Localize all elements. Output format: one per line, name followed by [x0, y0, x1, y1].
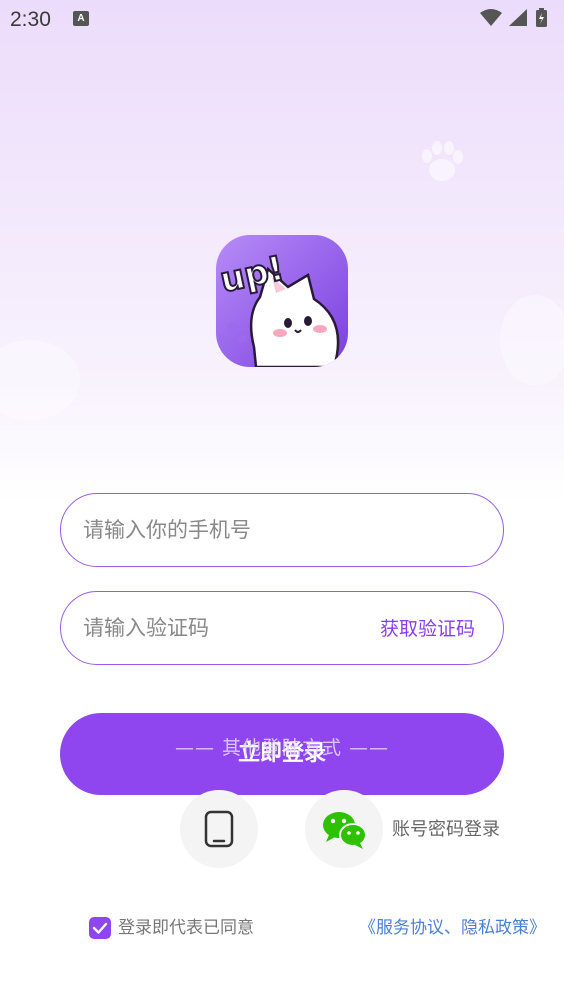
signal-icon	[509, 9, 527, 26]
wechat-icon	[323, 812, 367, 849]
wechat-login-button[interactable]	[305, 790, 383, 868]
bg-decoration	[0, 340, 80, 420]
check-icon	[92, 922, 108, 934]
phone-input[interactable]	[83, 494, 353, 566]
agreement-text: 登录即代表已同意	[118, 918, 254, 938]
app-logo: up!	[216, 235, 348, 367]
status-icons	[480, 8, 547, 27]
bg-decoration	[500, 295, 564, 385]
get-code-button[interactable]: 获取验证码	[380, 592, 475, 664]
status-time: 2:30	[10, 8, 51, 31]
paw-print-icon	[422, 141, 463, 181]
phone-login-button[interactable]	[180, 790, 258, 868]
wifi-icon	[480, 9, 502, 26]
battery-icon	[536, 8, 547, 27]
code-input[interactable]	[83, 592, 353, 664]
other-login-label: —— 其他登陆方式 ——	[174, 737, 390, 759]
status-bar: 2:30 A	[0, 0, 564, 38]
agreement-link[interactable]: 《服务协议、隐私政策》	[359, 916, 546, 940]
a-letter-icon: A	[73, 11, 89, 26]
account-password-login-link[interactable]: 账号密码登录	[392, 815, 500, 841]
phone-field[interactable]	[60, 493, 504, 567]
agreement-checkbox[interactable]	[89, 917, 111, 939]
code-field[interactable]: 获取验证码	[60, 591, 504, 665]
phone-icon	[204, 810, 234, 848]
